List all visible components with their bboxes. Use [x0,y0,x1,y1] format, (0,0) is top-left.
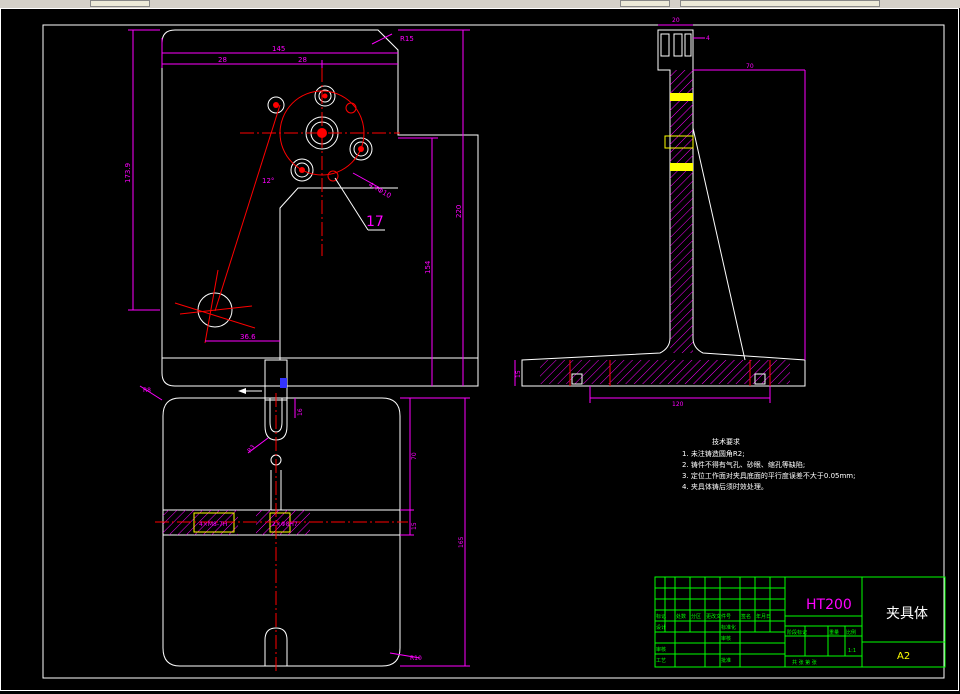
side-highlight-1 [670,93,693,101]
inner-frame [42,24,945,679]
tb-sheets: 共 张 第 张 [792,659,817,666]
tb-scale: 1:1 [848,648,856,654]
hole-label-right: 2×Φ8H7 [272,521,298,528]
tb-change-doc: 更改文件号 [706,613,731,620]
dim-top-offset: 70 [746,63,754,70]
dim-small-offset: 36.6 [240,333,256,341]
dim-height-total: 165 [458,536,465,548]
tb-sign: 签名 [741,613,751,620]
dim-width-total: 145 [272,45,285,53]
dim-angle: 12° [262,177,274,185]
cad-drawing-canvas[interactable]: 145 28 28 173.9 220 154 36.6 12° R15 4×Φ… [0,8,960,694]
side-view-outline [521,29,806,387]
tb-sheet-size: A2 [897,651,910,662]
tb-ratio: 比例 [846,629,856,636]
tb-standardize: 标准化 [721,624,736,631]
dim-corner-br: R10 [410,655,422,662]
tb-material: HT200 [806,597,852,613]
tb-mark: 标记 [656,613,666,620]
dim-corner-tl: R8 [143,387,151,394]
note-1: 1. 未注铸造圆角R2; [682,449,745,458]
front-view [161,29,479,387]
front-view-dimensions [128,29,470,386]
dim-top-small: 4 [706,35,710,42]
tb-craft: 工艺 [656,658,666,664]
tb-weight: 重量 [829,629,839,636]
side-view-dim-text: 20 4 70 15 120 [515,17,754,408]
dim-corner-radius: R15 [400,35,414,43]
top-view [155,393,408,672]
side-highlight-2 [670,163,693,171]
dim-height-left: 173.9 [124,163,132,183]
tb-design: 设计 [656,624,666,631]
side-view [521,29,806,387]
tb-count: 处数 [676,613,686,620]
tb-zone: 分区 [691,613,701,620]
outer-frame [0,8,959,691]
dim-height-b: 15 [411,522,418,530]
tb-part-name: 夹具体 [886,606,928,622]
note-2: 2. 铸件不得有气孔、砂眼、缩孔等缺陷; [682,460,805,469]
side-view-dimensions [514,24,806,403]
tab-button-3[interactable] [680,0,880,7]
construction-line-a [214,104,281,312]
notes-heading: 技术要求 [712,437,740,446]
dim-top-width: 20 [672,17,680,24]
dim-height-right: 220 [455,205,463,218]
note-3: 3. 定位工作面对夹具底面的平行度误差不大于0.05mm; [682,471,856,480]
dim-inner-height: 154 [424,260,432,274]
hole-label-left: 4×M8-7H [199,521,227,528]
note-4: 4. 夹具体铸后须时效处理。 [682,482,768,491]
connector-block [238,359,288,401]
dim-height-a: 70 [411,452,418,460]
callout-leader-17 [334,177,369,231]
dim-hole-label: 4×Φ10 [367,181,392,200]
tb-approve: 批准 [721,657,731,664]
tb-review: 审核 [656,646,666,653]
tb-date: 年月日 [756,613,771,620]
dim-right-offset: 28 [298,56,307,64]
dim-left-offset: 28 [218,56,227,64]
tab-button-1[interactable] [90,0,150,7]
callout-17: 17 [366,214,384,230]
tb-stage: 阶段标记 [787,629,807,636]
front-view-outline [161,29,479,387]
front-view-dim-text: 145 28 28 173.9 220 154 36.6 12° R15 4×Φ… [124,35,463,341]
dim-base-length: 120 [672,401,684,408]
dim-base-height: 15 [515,370,522,378]
technical-notes: 技术要求 1. 未注铸造圆角R2; 2. 铸件不得有气孔、砂眼、缩孔等缺陷; 3… [682,437,856,491]
dim-slot: 16 [297,408,304,416]
tab-button-2[interactable] [620,0,670,7]
window-top-bar [0,0,960,8]
small-hole-1 [345,102,357,114]
tb-process: 审核 [721,635,731,642]
